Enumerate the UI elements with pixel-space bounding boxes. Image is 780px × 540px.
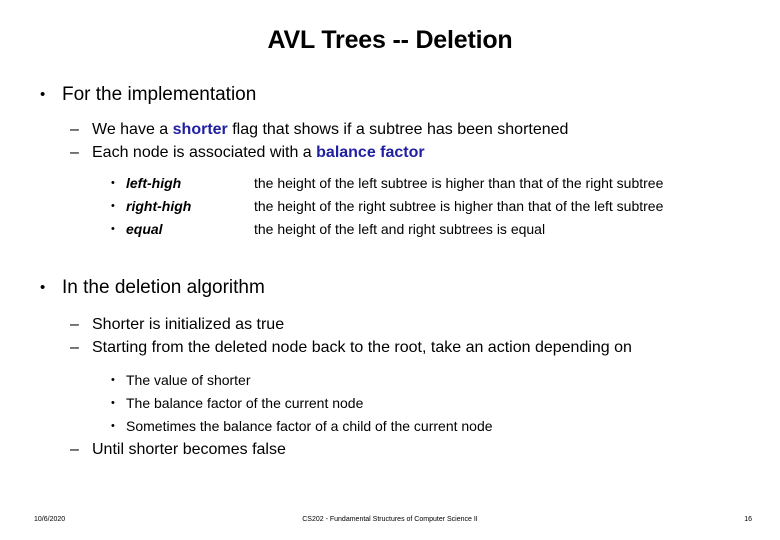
bullet-dash-icon: – — [70, 121, 79, 138]
bullet-level2-starting-from-node: – Starting from the deleted node back to… — [0, 336, 780, 359]
bullet-level3-right-high: • right-high the height of the right subt… — [0, 195, 780, 218]
bullet-dot-small-icon: • — [111, 374, 115, 386]
slide-footer: 10/6/2020 CS202 - Fundamental Structures… — [0, 506, 780, 540]
factor-description: the height of the left and right subtree… — [254, 221, 546, 237]
bullet-dot-small-icon: • — [111, 397, 115, 409]
bullet-dot-small-icon: • — [111, 177, 115, 189]
bullet-level3-balance-factor-child: • Sometimes the balance factor of a chil… — [0, 415, 780, 438]
bullet-level3-equal: • equal the height of the left and right … — [0, 218, 780, 241]
bullet-dot-small-icon: • — [111, 200, 115, 212]
page-title: AVL Trees -- Deletion — [267, 26, 513, 54]
bullet-level2-text-prefix: Each node is associated with a — [92, 144, 317, 161]
footer-page-number: 16 — [744, 516, 752, 523]
bullet-level3-value-of-shorter: • The value of shorter — [0, 369, 780, 392]
factor-description: the height of the right subtree is highe… — [254, 198, 664, 214]
bullet-dot-icon: • — [40, 86, 46, 103]
bullet-level3-left-high: • left-high the height of the left subtre… — [0, 172, 780, 195]
bullet-level2-shorter-flag: – We have a shorter flag that shows if a… — [0, 118, 780, 141]
slide: AVL Trees -- Deletion • For the implemen… — [0, 0, 780, 540]
factor-term: left-high — [126, 175, 182, 191]
bullet-dash-icon: – — [70, 441, 79, 458]
bullet-dot-icon: • — [40, 279, 46, 296]
footer-course-title: CS202 - Fundamental Structures of Comput… — [302, 516, 478, 523]
bullet-dash-icon: – — [70, 144, 79, 161]
bullet-level1-implementation: • For the implementation — [0, 82, 780, 108]
bullet-level1-label: For the implementation — [62, 84, 257, 105]
slide-body: • For the implementation – We have a sho… — [0, 82, 780, 461]
bullet-level1-label: In the deletion algorithm — [62, 277, 265, 298]
bullet-dot-small-icon: • — [111, 223, 115, 235]
bullet-level2-shorter-initialized: – Shorter is initialized as true — [0, 313, 780, 336]
bullet-level2-text-prefix: We have a — [92, 121, 173, 138]
bullet-level2-until-shorter-false: – Until shorter becomes false — [0, 438, 780, 461]
highlight-balance-factor: balance factor — [316, 144, 425, 161]
bullet-dash-icon: – — [70, 316, 79, 333]
factor-description: the height of the left subtree is higher… — [254, 175, 664, 191]
bullet-level2-label: Starting from the deleted node back to t… — [92, 339, 632, 356]
bullet-dot-small-icon: • — [111, 420, 115, 432]
bullet-level1-deletion-algorithm: • In the deletion algorithm — [0, 275, 780, 301]
bullet-level3-balance-factor-current: • The balance factor of the current node — [0, 392, 780, 415]
bullet-level2-balance-factor: – Each node is associated with a balance… — [0, 141, 780, 164]
condition-label: Sometimes the balance factor of a child … — [126, 418, 493, 434]
condition-label: The balance factor of the current node — [126, 395, 364, 411]
bullet-level2-label: Shorter is initialized as true — [92, 316, 285, 333]
highlight-shorter: shorter — [172, 121, 228, 138]
condition-label: The value of shorter — [126, 372, 251, 388]
bullet-level2-text-suffix: flag that shows if a subtree has been sh… — [227, 121, 569, 138]
factor-term: right-high — [126, 198, 192, 214]
bullet-level2-label: Until shorter becomes false — [92, 441, 286, 458]
bullet-dash-icon: – — [70, 339, 79, 356]
factor-term: equal — [126, 221, 163, 237]
